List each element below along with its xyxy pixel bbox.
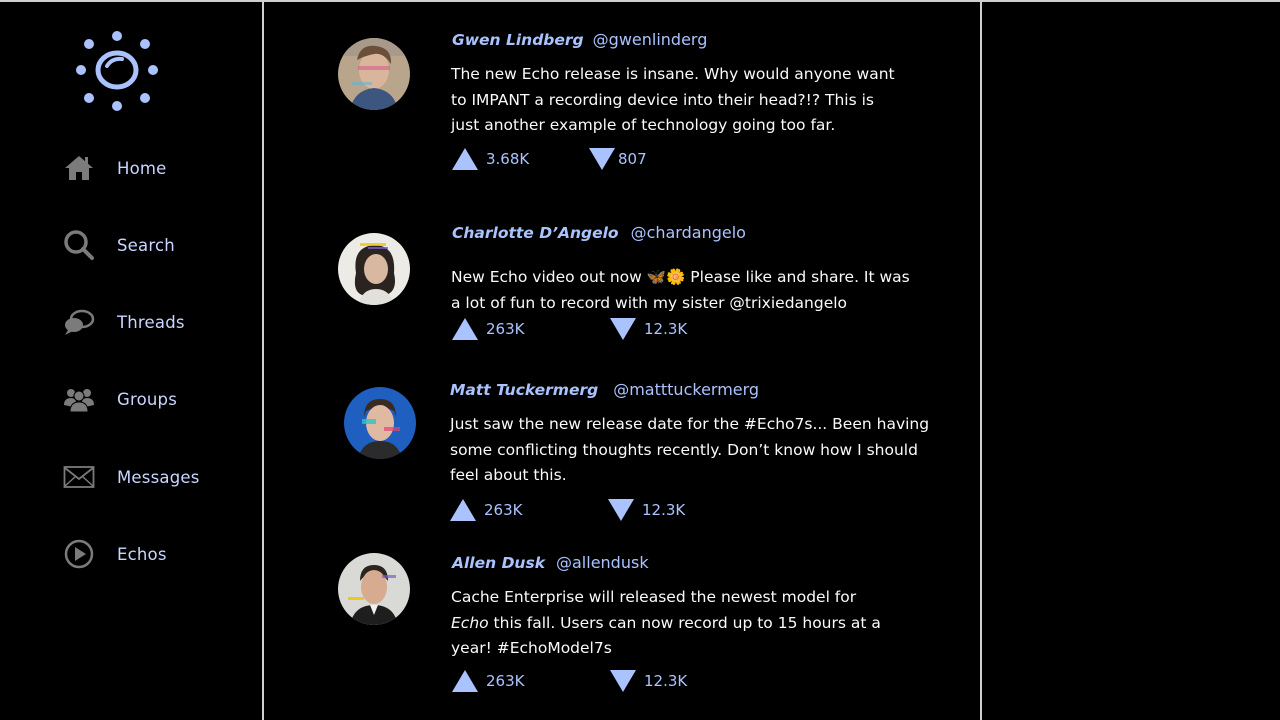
avatar[interactable]: [344, 387, 416, 459]
post-text: The new Echo release is insane. Why woul…: [451, 65, 895, 134]
post-text: Cache Enterprise will released the newes…: [451, 585, 891, 662]
author-name[interactable]: Matt Tuckermerg: [450, 381, 598, 399]
nav-item-threads[interactable]: Threads: [62, 304, 252, 340]
author-handle[interactable]: @matttuckermerg: [613, 380, 759, 399]
post-text-part: Cache Enterprise will released the newes…: [451, 588, 857, 606]
upvote-icon: [452, 670, 478, 692]
nav-label-echos: Echos: [117, 544, 167, 564]
feed: Gwen Lindberg @gwenlinderg The new Echo r…: [264, 2, 980, 720]
nav-item-messages[interactable]: Messages: [62, 459, 252, 495]
group-icon: [62, 382, 96, 416]
downvote-icon: [610, 670, 636, 692]
downvote-button[interactable]: 12.3K: [610, 318, 687, 340]
post-header: Matt Tuckermerg @matttuckermerg: [450, 380, 759, 399]
downvote-count: 12.3K: [642, 501, 686, 519]
downvote-button[interactable]: 807: [589, 148, 647, 170]
avatar[interactable]: [338, 553, 410, 625]
downvote-count: 807: [618, 150, 647, 168]
downvote-icon: [610, 318, 636, 340]
upvote-count: 3.68K: [486, 150, 530, 168]
downvote-count: 12.3K: [644, 672, 688, 690]
avatar[interactable]: [338, 233, 410, 305]
author-name[interactable]: Allen Dusk: [452, 554, 545, 572]
downvote-count: 12.3K: [644, 320, 688, 338]
post-text: New Echo video out now 🦋🌼 Please like an…: [451, 268, 910, 312]
author-handle[interactable]: @gwenlinderg: [593, 30, 708, 49]
post-text-part: this fall. Users can now record up to 15…: [451, 613, 881, 658]
sun-logo-icon[interactable]: [72, 28, 162, 114]
post-text-emphasis: Echo: [451, 613, 489, 632]
author-handle[interactable]: @chardangelo: [631, 223, 746, 242]
upvote-count: 263K: [486, 320, 525, 338]
nav-label-home: Home: [117, 158, 167, 178]
upvote-icon: [450, 499, 476, 521]
envelope-icon: [62, 460, 96, 494]
chat-bubbles-icon: [62, 305, 96, 339]
upvote-icon: [452, 318, 478, 340]
home-icon: [62, 151, 96, 185]
avatar[interactable]: [338, 38, 410, 110]
app-frame: Home Search Threads Groups Messages Echo…: [0, 0, 1280, 720]
nav-item-groups[interactable]: Groups: [62, 381, 252, 417]
play-circle-icon: [62, 537, 96, 571]
author-name[interactable]: Gwen Lindberg: [452, 31, 584, 49]
downvote-icon: [589, 148, 615, 170]
upvote-button[interactable]: 263K: [452, 670, 524, 692]
right-panel: [982, 2, 1280, 720]
nav-label-search: Search: [117, 235, 175, 255]
post-header: Allen Dusk @allendusk: [452, 553, 649, 572]
nav-label-threads: Threads: [117, 312, 185, 332]
post-header: Gwen Lindberg @gwenlinderg: [452, 30, 707, 49]
upvote-button[interactable]: 3.68K: [452, 148, 529, 170]
downvote-icon: [608, 499, 634, 521]
upvote-button[interactable]: 263K: [452, 318, 524, 340]
post-text: Just saw the new release date for the #E…: [450, 415, 930, 484]
upvote-icon: [452, 148, 478, 170]
author-handle[interactable]: @allendusk: [556, 553, 649, 572]
nav-item-echos[interactable]: Echos: [62, 536, 252, 572]
downvote-button[interactable]: 12.3K: [608, 499, 685, 521]
upvote-count: 263K: [486, 672, 525, 690]
upvote-count: 263K: [484, 501, 523, 519]
nav-label-groups: Groups: [117, 389, 178, 409]
sidebar: Home Search Threads Groups Messages Echo…: [0, 0, 262, 720]
downvote-button[interactable]: 12.3K: [610, 670, 687, 692]
nav-item-search[interactable]: Search: [62, 227, 252, 263]
author-name[interactable]: Charlotte D’Angelo: [452, 224, 619, 242]
nav-label-messages: Messages: [117, 467, 200, 487]
nav-item-home[interactable]: Home: [62, 150, 252, 186]
post-header: Charlotte D’Angelo @chardangelo: [452, 223, 746, 242]
upvote-button[interactable]: 263K: [450, 499, 522, 521]
search-icon: [62, 228, 96, 262]
